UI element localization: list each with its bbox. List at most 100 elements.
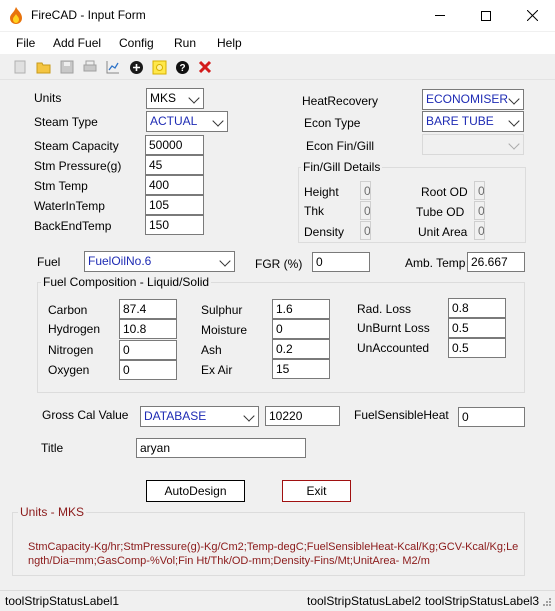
ash-input[interactable]: 0.2 [272, 339, 330, 359]
height-input[interactable]: 0 [360, 181, 371, 200]
root-od-label: Root OD [421, 185, 468, 199]
status-label-2: toolStripStatusLabel2 [307, 594, 422, 608]
density-input[interactable]: 0 [360, 221, 371, 240]
oxygen-input[interactable]: 0 [119, 360, 177, 380]
steam-type-select[interactable]: ACTUAL [146, 111, 228, 132]
density-label: Density [304, 225, 345, 239]
window-title: FireCAD - Input Form [31, 8, 146, 22]
moisture-input[interactable]: 0 [272, 319, 330, 339]
minimize-button[interactable] [417, 0, 463, 31]
close-icon[interactable] [196, 58, 214, 76]
stm-temp-input[interactable]: 400 [145, 175, 204, 195]
econ-type-select-value: BARE TUBE [426, 114, 494, 128]
steam-capacity-label: Steam Capacity [34, 139, 119, 153]
print-icon[interactable] [81, 58, 99, 76]
save-icon[interactable] [58, 58, 76, 76]
unburnt-loss-input[interactable]: 0.5 [448, 318, 506, 338]
close-x-icon [526, 10, 538, 21]
menu-config[interactable]: Config [119, 36, 154, 50]
units-info-title: Units - MKS [18, 505, 87, 519]
heat-recovery-label: HeatRecovery [302, 94, 379, 108]
chevron-down-icon [219, 255, 231, 267]
steam-type-select-value: ACTUAL [150, 114, 198, 128]
unit-area-input[interactable]: 0 [474, 221, 485, 240]
back-end-temp-input[interactable]: 150 [145, 215, 204, 235]
root-od-input[interactable]: 0 [474, 181, 485, 200]
fuel-sensible-heat-input[interactable]: 0 [458, 407, 525, 427]
height-label: Height [304, 185, 339, 199]
stm-pressure-input[interactable]: 45 [145, 155, 204, 175]
autodesign-button[interactable]: AutoDesign [146, 480, 245, 502]
tube-od-label: Tube OD [416, 205, 465, 219]
menu-help[interactable]: Help [217, 36, 242, 50]
stm-temp-label: Stm Temp [34, 179, 88, 193]
steam-type-label: Steam Type [34, 115, 98, 129]
status-bar: toolStripStatusLabel1 toolStripStatusLab… [0, 590, 555, 611]
unaccounted-input[interactable]: 0.5 [448, 338, 506, 358]
fgr-label: FGR (%) [255, 257, 303, 271]
sulphur-input[interactable]: 1.6 [272, 299, 330, 319]
stm-pressure-label: Stm Pressure(g) [34, 159, 122, 173]
gross-cal-source-select[interactable]: DATABASE [140, 406, 259, 427]
fgr-input[interactable]: 0 [312, 252, 370, 272]
amb-temp-input[interactable]: 26.667 [467, 252, 525, 272]
open-icon[interactable] [35, 58, 53, 76]
resize-grip-icon[interactable] [540, 597, 552, 609]
econ-fin-select[interactable] [422, 134, 524, 155]
units-select[interactable]: MKS [146, 88, 204, 109]
units-label: Units [34, 91, 62, 105]
chevron-down-icon [243, 410, 255, 422]
menu-add-fuel[interactable]: Add Fuel [53, 36, 101, 50]
close-window-button[interactable] [509, 0, 555, 31]
title-input[interactable]: aryan [136, 438, 306, 458]
ash-label: Ash [201, 343, 222, 357]
thk-input[interactable]: 0 [360, 201, 371, 220]
water-in-temp-input[interactable]: 105 [145, 195, 204, 215]
heat-recovery-select[interactable]: ECONOMISER [422, 89, 524, 110]
fuel-select[interactable]: FuelOilNo.6 [84, 251, 235, 272]
fuel-sensible-heat-label: FuelSensibleHeat [354, 408, 449, 422]
gross-cal-input[interactable]: 10220 [265, 406, 340, 426]
chevron-down-icon [508, 138, 520, 150]
title-bar: FireCAD - Input Form [0, 0, 555, 31]
menu-bar: File Add Fuel Config Run Help [0, 32, 555, 54]
chevron-down-icon [508, 115, 520, 127]
ex-air-label: Ex Air [201, 363, 233, 377]
exit-button[interactable]: Exit [282, 480, 351, 502]
light-icon[interactable] [150, 58, 168, 76]
status-label-3: toolStripStatusLabel3 [425, 594, 540, 608]
chart-icon[interactable] [104, 58, 122, 76]
carbon-input[interactable]: 87.4 [119, 299, 177, 319]
gross-cal-label: Gross Cal Value [42, 408, 129, 422]
toolbar: ? [0, 55, 555, 80]
maximize-button[interactable] [463, 0, 509, 31]
units-select-value: MKS [150, 91, 177, 105]
amb-temp-label: Amb. Temp [405, 256, 466, 270]
tube-od-input[interactable]: 0 [474, 201, 485, 220]
fin-gill-group-title: Fin/Gill Details [301, 160, 383, 174]
steam-capacity-input[interactable]: 50000 [145, 135, 204, 155]
ex-air-input[interactable]: 15 [272, 359, 330, 379]
rad-loss-label: Rad. Loss [357, 302, 412, 316]
nitrogen-label: Nitrogen [48, 343, 94, 357]
water-in-temp-label: WaterInTemp [34, 199, 105, 213]
gross-cal-source-value: DATABASE [144, 409, 207, 423]
oxygen-label: Oxygen [48, 363, 90, 377]
econ-type-label: Econ Type [304, 116, 361, 130]
econ-type-select[interactable]: BARE TUBE [422, 111, 524, 132]
menu-file[interactable]: File [16, 36, 35, 50]
rad-loss-input[interactable]: 0.8 [448, 298, 506, 318]
hydrogen-input[interactable]: 10.8 [119, 319, 177, 339]
help-icon[interactable]: ? [173, 58, 191, 76]
fuel-select-value: FuelOilNo.6 [88, 254, 152, 268]
menu-run[interactable]: Run [174, 36, 196, 50]
econ-fin-label: Econ Fin/Gill [306, 139, 375, 153]
add-icon[interactable] [127, 58, 145, 76]
new-icon[interactable] [11, 58, 29, 76]
chevron-down-icon [508, 93, 520, 105]
status-label-1: toolStripStatusLabel1 [5, 594, 120, 608]
svg-text:?: ? [179, 63, 185, 74]
moisture-label: Moisture [201, 323, 248, 337]
unaccounted-label: UnAccounted [357, 341, 430, 355]
nitrogen-input[interactable]: 0 [119, 340, 177, 360]
